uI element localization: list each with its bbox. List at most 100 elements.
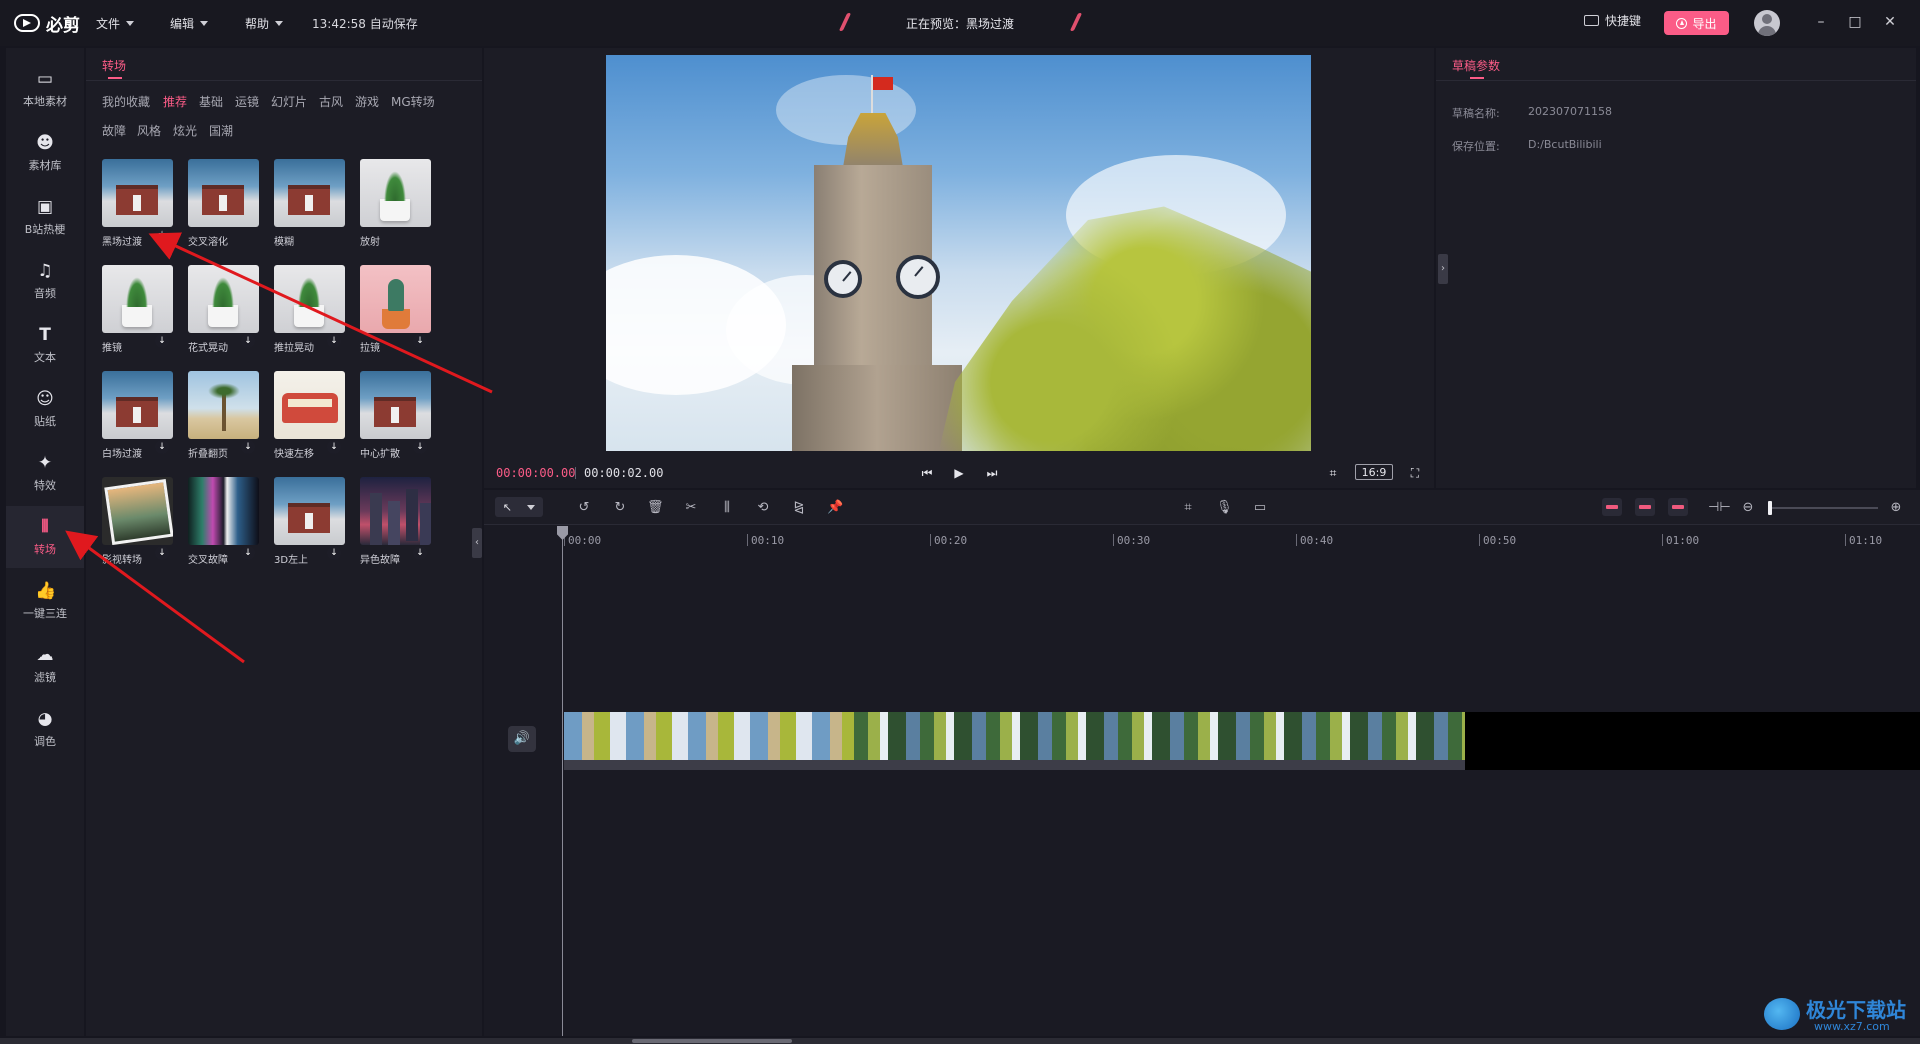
- camera-icon[interactable]: ▭: [1252, 500, 1268, 516]
- magnet-toggle[interactable]: [1602, 498, 1622, 516]
- playhead-line[interactable]: [562, 526, 563, 1036]
- category-style[interactable]: 风格: [137, 122, 161, 139]
- close-icon[interactable]: ✕: [1882, 14, 1898, 30]
- crop-icon[interactable]: ⌗: [1326, 466, 1340, 480]
- select-tool-dropdown[interactable]: ↖: [495, 497, 543, 517]
- transition-tile[interactable]: 模糊: [274, 159, 345, 248]
- watermark-logo-icon: [1764, 998, 1800, 1030]
- undo-icon[interactable]: ↺: [576, 500, 592, 516]
- zoom-out-icon[interactable]: ⊖: [1740, 500, 1756, 516]
- redo-icon[interactable]: ↻: [612, 500, 628, 516]
- category-guochao[interactable]: 国潮: [209, 122, 233, 139]
- cut-icon[interactable]: ✂: [683, 500, 699, 516]
- sidebar-item-effects[interactable]: ✦ 特效: [6, 442, 84, 504]
- library-icon: ☻: [36, 132, 54, 153]
- transition-tile[interactable]: ↓ 折叠翻页: [188, 371, 259, 460]
- sidebar-item-text[interactable]: T 文本: [6, 314, 84, 376]
- sidebar-item-color-grading[interactable]: ◕ 调色: [6, 698, 84, 760]
- transition-tile[interactable]: ↓ 快速左移: [274, 371, 345, 460]
- sidebar-item-label: 转场: [34, 542, 56, 556]
- split-center-icon[interactable]: ⊣⊢: [1708, 500, 1731, 516]
- delete-icon[interactable]: 🗑: [647, 500, 664, 516]
- category-glow[interactable]: 炫光: [173, 122, 197, 139]
- app-logo: 必剪: [14, 10, 80, 36]
- shortcut-button[interactable]: 快捷键: [1584, 12, 1641, 29]
- transition-label: 快速左移: [274, 449, 314, 460]
- menu-label: 编辑: [170, 16, 195, 31]
- sidebar-item-filters[interactable]: ☁ 滤镜: [6, 634, 84, 696]
- transition-thumbnail: [360, 159, 431, 227]
- transition-tile[interactable]: 放射: [360, 159, 431, 248]
- transition-label: 3D左上: [274, 555, 309, 566]
- collapse-panel-handle[interactable]: ‹: [472, 528, 482, 558]
- export-button[interactable]: 导出: [1664, 11, 1729, 35]
- zoom-slider-track[interactable]: [1768, 507, 1878, 509]
- ruler-label: 00:20: [934, 534, 968, 547]
- transition-tile[interactable]: ↓ 白场过渡: [102, 371, 173, 460]
- time-ruler[interactable]: 00:00 00:10 00:20 00:30 00:40 00:50 01:0…: [564, 524, 1920, 550]
- screenshot-icon[interactable]: ⌗: [1180, 500, 1196, 516]
- minimize-icon[interactable]: –: [1813, 14, 1829, 30]
- transition-thumbnail: [188, 371, 259, 439]
- skip-back-icon[interactable]: ⏮: [920, 466, 934, 480]
- transition-tile[interactable]: ↓ 中心扩散: [360, 371, 431, 460]
- sidebar-item-transitions[interactable]: ⫴ 转场: [6, 506, 84, 568]
- category-glitch[interactable]: 故障: [102, 122, 126, 139]
- fullscreen-icon[interactable]: ⛶: [1408, 466, 1422, 480]
- transition-thumbnail: [274, 159, 345, 227]
- sidebar-item-stickers[interactable]: ☺ 贴纸: [6, 378, 84, 440]
- category-basic[interactable]: 基础: [199, 93, 223, 110]
- menu-help[interactable]: 帮助: [245, 13, 284, 33]
- scrollbar-thumb[interactable]: [632, 1039, 792, 1043]
- category-slideshow[interactable]: 幻灯片: [271, 93, 307, 110]
- skip-forward-icon[interactable]: ⏭: [985, 466, 999, 480]
- transition-tile[interactable]: ↓ 推镜: [102, 265, 173, 354]
- transition-tile[interactable]: 交叉溶化: [188, 159, 259, 248]
- category-recommended[interactable]: 推荐: [163, 93, 187, 110]
- split-icon[interactable]: ⫼: [719, 500, 735, 516]
- export-label: 导出: [1692, 16, 1717, 31]
- cursor-icon: ↖: [502, 500, 512, 514]
- category-ancient[interactable]: 古风: [319, 93, 343, 110]
- avatar[interactable]: [1754, 10, 1780, 36]
- zoom-slider-handle[interactable]: [1768, 501, 1772, 515]
- sidebar-item-label: 特效: [34, 478, 56, 492]
- track-mute-button[interactable]: 🔊: [508, 726, 536, 752]
- link-toggle[interactable]: [1635, 498, 1655, 516]
- category-game[interactable]: 游戏: [355, 93, 379, 110]
- transition-tile[interactable]: ↓ 交叉故障: [188, 477, 259, 566]
- transition-tile[interactable]: ↓ 异色故障: [360, 477, 431, 566]
- transition-tile[interactable]: ↓ 3D左上: [274, 477, 345, 566]
- category-camera[interactable]: 运镜: [235, 93, 259, 110]
- transition-tile[interactable]: ↓ 推拉晃动: [274, 265, 345, 354]
- play-icon[interactable]: ▶: [952, 466, 966, 480]
- sidebar-item-local-media[interactable]: ▭ 本地素材: [6, 58, 84, 120]
- menu-file[interactable]: 文件: [96, 13, 135, 33]
- microphone-icon[interactable]: 🎙: [1216, 500, 1233, 516]
- video-clip[interactable]: [564, 712, 1465, 760]
- transition-tile[interactable]: ↓ 影视转场: [102, 477, 173, 566]
- panel-title: 转场: [102, 59, 127, 73]
- folder-icon: ▭: [36, 68, 54, 89]
- aspect-ratio-button[interactable]: 16:9: [1355, 464, 1393, 480]
- transition-tile[interactable]: ↓ 拉镜: [360, 265, 431, 354]
- audio-toggle[interactable]: [1668, 498, 1688, 516]
- mirror-icon[interactable]: ⧎: [791, 500, 807, 516]
- sidebar-item-audio[interactable]: ♫ 音频: [6, 250, 84, 312]
- zoom-in-icon[interactable]: ⊕: [1888, 500, 1904, 516]
- sidebar-item-library[interactable]: ☻ 素材库: [6, 122, 84, 184]
- sidebar-item-bilibili-memes[interactable]: ▣ B站热梗: [6, 186, 84, 248]
- category-favorites[interactable]: 我的收藏: [102, 93, 150, 110]
- sidebar-item-triple-like[interactable]: 👍 一键三连: [6, 570, 84, 632]
- time-separator: [575, 467, 576, 479]
- reverse-icon[interactable]: ⟲: [755, 500, 771, 516]
- menu-edit[interactable]: 编辑: [170, 13, 209, 33]
- transition-tile[interactable]: ↓ 花式晃动: [188, 265, 259, 354]
- expand-props-handle[interactable]: ›: [1438, 254, 1448, 284]
- transition-tile[interactable]: ☆ 黑场过渡: [102, 159, 173, 248]
- bottom-scrollbar[interactable]: [0, 1038, 1920, 1044]
- maximize-icon[interactable]: □: [1847, 14, 1863, 30]
- transition-label: 推镜: [102, 343, 122, 354]
- category-mg[interactable]: MG转场: [391, 93, 435, 110]
- pin-icon[interactable]: 📌: [827, 500, 843, 516]
